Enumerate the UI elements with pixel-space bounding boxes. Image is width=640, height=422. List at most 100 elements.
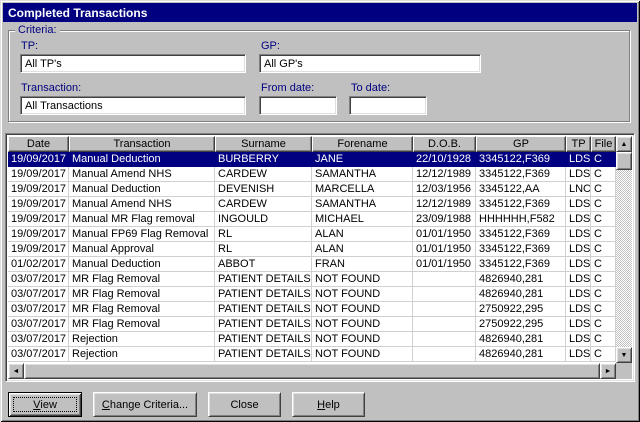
table-cell: Manual Approval <box>69 242 215 257</box>
table-row[interactable]: 19/09/2017Manual DeductionDEVENISHMARCEL… <box>8 182 616 197</box>
column-header[interactable]: File <box>591 136 616 152</box>
table-cell: MICHAEL <box>312 212 413 227</box>
table-cell: Manual FP69 Flag Removal <box>69 227 215 242</box>
vertical-scroll-track[interactable] <box>616 170 632 347</box>
table-cell <box>413 332 476 347</box>
column-header[interactable]: TP <box>566 136 591 152</box>
table-cell: LDS <box>566 347 591 362</box>
table-cell: CARDEW <box>215 167 312 182</box>
table-cell: 19/09/2017 <box>8 182 69 197</box>
table-cell: C <box>591 182 616 197</box>
vertical-scrollbar[interactable]: ▲ ▼ <box>616 136 632 363</box>
help-button[interactable]: Help <box>292 392 365 417</box>
horizontal-scroll-thumb[interactable] <box>24 363 600 379</box>
table-cell <box>413 317 476 332</box>
table-cell: LDS <box>566 317 591 332</box>
scroll-left-button[interactable]: ◄ <box>8 363 24 379</box>
table-cell: 01/01/1950 <box>413 257 476 272</box>
column-header[interactable]: Forename <box>312 136 413 152</box>
table-cell <box>413 347 476 362</box>
criteria-group: Criteria: TP: GP: Transaction: From date… <box>8 30 630 122</box>
transactions-table: DateTransactionSurnameForenameD.O.B.GPTP… <box>5 133 635 382</box>
close-button[interactable]: Close <box>208 392 281 417</box>
table-cell: DEVENISH <box>215 182 312 197</box>
table-cell: Manual Deduction <box>69 182 215 197</box>
table-cell: INGOULD <box>215 212 312 227</box>
table-cell: C <box>591 227 616 242</box>
table-cell: 01/01/1950 <box>413 227 476 242</box>
table-cell: Manual Amend NHS <box>69 167 215 182</box>
table-cell: RL <box>215 242 312 257</box>
table-row[interactable]: 19/09/2017Manual MR Flag removalINGOULDM… <box>8 212 616 227</box>
table-cell: NOT FOUND <box>312 347 413 362</box>
table-cell: BURBERRY <box>215 152 312 167</box>
table-cell: LNC <box>566 182 591 197</box>
column-header[interactable]: GP <box>476 136 566 152</box>
table-cell: MR Flag Removal <box>69 272 215 287</box>
table-row[interactable]: 03/07/2017MR Flag RemovalPATIENT DETAILS… <box>8 272 616 287</box>
table-cell: 19/09/2017 <box>8 227 69 242</box>
table-row[interactable]: 19/09/2017Manual Amend NHSCARDEWSAMANTHA… <box>8 167 616 182</box>
column-header[interactable]: Surname <box>215 136 312 152</box>
table-cell: C <box>591 272 616 287</box>
table-cell: LDS <box>566 152 591 167</box>
table-cell: Rejection <box>69 347 215 362</box>
table-cell: PATIENT DETAILS <box>215 272 312 287</box>
table-cell: 03/07/2017 <box>8 287 69 302</box>
table-row[interactable]: 03/07/2017MR Flag RemovalPATIENT DETAILS… <box>8 302 616 317</box>
to-date-input[interactable] <box>349 96 427 115</box>
table-cell: Manual MR Flag removal <box>69 212 215 227</box>
table-cell <box>413 272 476 287</box>
table-row[interactable]: 03/07/2017RejectionPATIENT DETAILSNOT FO… <box>8 347 616 362</box>
table-cell: 4826940,281 <box>476 287 566 302</box>
table-row[interactable]: 19/09/2017Manual DeductionBURBERRYJANE22… <box>8 152 616 167</box>
table-row[interactable]: 03/07/2017MR Flag RemovalPATIENT DETAILS… <box>8 317 616 332</box>
table-cell: MARCELLA <box>312 182 413 197</box>
table-row[interactable]: 01/02/2017Manual DeductionABBOTFRAN01/01… <box>8 257 616 272</box>
transaction-input[interactable] <box>20 96 246 115</box>
table-cell: LDS <box>566 287 591 302</box>
scroll-right-button[interactable]: ► <box>600 363 616 379</box>
table-cell: 19/09/2017 <box>8 212 69 227</box>
table-cell <box>413 287 476 302</box>
table-cell: 12/12/1989 <box>413 167 476 182</box>
column-header[interactable]: D.O.B. <box>413 136 476 152</box>
table-cell: Manual Deduction <box>69 257 215 272</box>
gp-input[interactable] <box>259 54 481 73</box>
right-arrow-icon: ► <box>605 368 612 375</box>
table-cell: ALAN <box>312 242 413 257</box>
table-cell: NOT FOUND <box>312 332 413 347</box>
completed-transactions-window: Completed Transactions Criteria: TP: GP:… <box>0 0 640 422</box>
table-cell: 03/07/2017 <box>8 317 69 332</box>
table-row[interactable]: 19/09/2017Manual Amend NHSCARDEWSAMANTHA… <box>8 197 616 212</box>
table-cell: MR Flag Removal <box>69 302 215 317</box>
table-row[interactable]: 03/07/2017RejectionPATIENT DETAILSNOT FO… <box>8 332 616 347</box>
scroll-down-button[interactable]: ▼ <box>616 347 632 363</box>
column-header[interactable]: Transaction <box>69 136 215 152</box>
table-cell: 3345122,F369 <box>476 197 566 212</box>
tp-input[interactable] <box>20 54 246 73</box>
table-cell: 01/02/2017 <box>8 257 69 272</box>
tp-label: TP: <box>21 40 38 52</box>
table-row[interactable]: 03/07/2017MR Flag RemovalPATIENT DETAILS… <box>8 287 616 302</box>
horizontal-scrollbar[interactable]: ◄ ► <box>8 363 616 379</box>
table-row[interactable]: 19/09/2017Manual ApprovalRLALAN01/01/195… <box>8 242 616 257</box>
table-cell: FRAN <box>312 257 413 272</box>
table-cell: 3345122,F369 <box>476 152 566 167</box>
scroll-up-button[interactable]: ▲ <box>616 136 632 152</box>
table-cell: C <box>591 347 616 362</box>
table-cell: C <box>591 152 616 167</box>
view-button[interactable]: View <box>8 392 82 417</box>
table-cell: 03/07/2017 <box>8 272 69 287</box>
table-row[interactable]: 19/09/2017Manual FP69 Flag RemovalRLALAN… <box>8 227 616 242</box>
column-header[interactable]: Date <box>8 136 69 152</box>
change-criteria-button[interactable]: Change Criteria... <box>93 392 197 417</box>
table-cell: MR Flag Removal <box>69 287 215 302</box>
table-cell: 4826940,281 <box>476 272 566 287</box>
up-arrow-icon: ▲ <box>621 141 628 148</box>
vertical-scroll-thumb[interactable] <box>616 152 632 170</box>
title-bar[interactable]: Completed Transactions <box>3 3 637 22</box>
table-cell: LDS <box>566 332 591 347</box>
from-date-input[interactable] <box>259 96 337 115</box>
table-cell: CARDEW <box>215 197 312 212</box>
